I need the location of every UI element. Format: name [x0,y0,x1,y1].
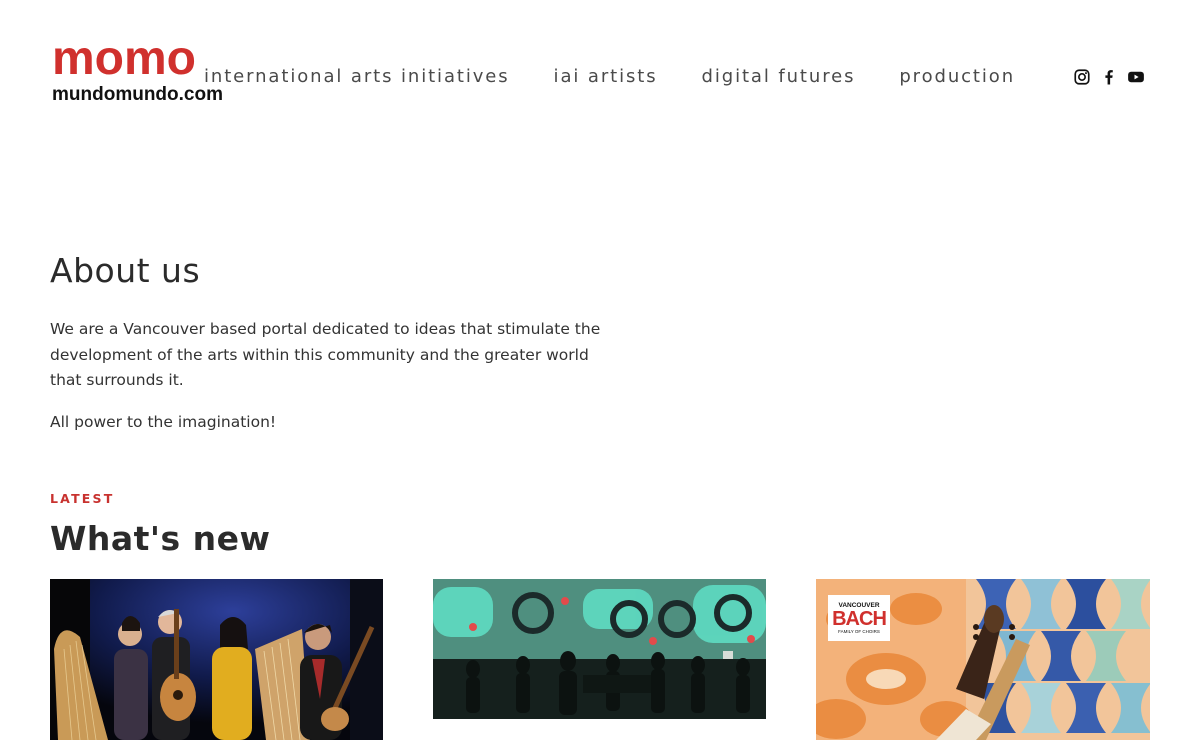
youtube-icon[interactable] [1127,68,1145,86]
nav-digital-futures[interactable]: digital futures [702,64,856,90]
news-card-vancouver-bach[interactable]: VANCOUVER BACH FAMILY OF CHOIRS [816,579,1150,740]
about-heading: About us [50,251,201,290]
musicians-with-harps-and-guitars-photo [50,579,383,740]
whats-new-heading: What's new [50,519,271,558]
dancers-in-projection-room-photo [433,579,766,719]
latest-eyebrow: LATEST [50,491,115,506]
about-description: We are a Vancouver based portal dedicate… [50,320,601,389]
vancouver-bach-badge: VANCOUVER BACH FAMILY OF CHOIRS [828,595,890,641]
about-slogan: All power to the imagination! [50,413,277,431]
news-card-musicians[interactable] [50,579,383,740]
instagram-icon[interactable] [1073,68,1091,86]
nav-iai-artists[interactable]: iai artists [554,64,658,90]
news-card-digital-futures[interactable] [433,579,766,719]
badge-main-text: BACH [832,608,887,630]
facebook-icon[interactable] [1100,68,1118,86]
card-caption-partial [433,733,766,740]
nav-production[interactable]: production [899,64,1015,90]
main-nav: international arts initiatives iai artis… [204,64,1015,90]
nav-international-arts-initiatives[interactable]: international arts initiatives [204,64,510,90]
social-links [1073,68,1145,86]
